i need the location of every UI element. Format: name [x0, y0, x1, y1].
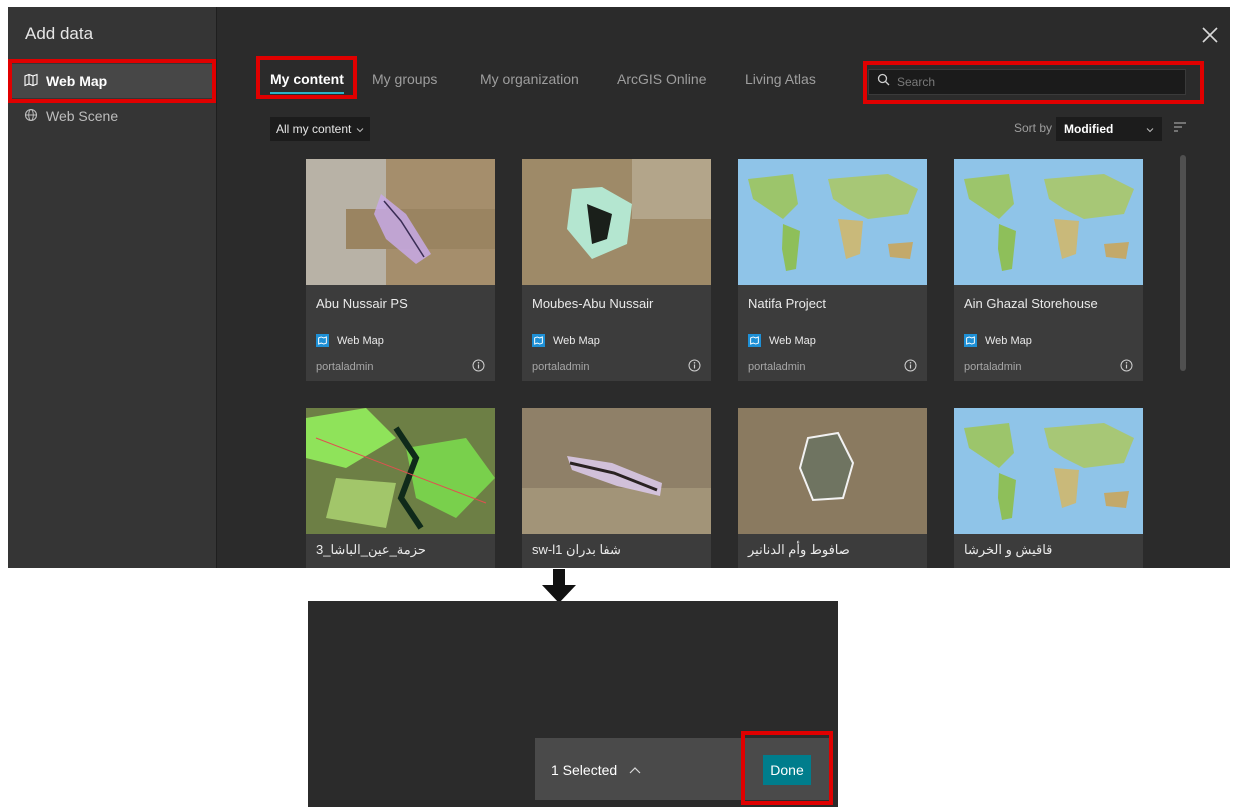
sort-order-icon[interactable] — [1172, 119, 1188, 135]
tab-arcgis-online[interactable]: ArcGIS Online — [617, 71, 706, 87]
map-thumbnail — [306, 159, 495, 285]
sidebar-item-label: Web Map — [46, 73, 108, 89]
item-card[interactable]: Natifa Project Web Map portaladmin — [738, 159, 927, 381]
close-icon[interactable] — [1200, 25, 1220, 45]
item-type: Web Map — [316, 334, 384, 347]
item-title: Natifa Project — [748, 296, 827, 311]
item-owner: portaladmin — [316, 361, 374, 373]
chevron-down-icon — [1146, 122, 1154, 136]
sort-value: Modified — [1064, 122, 1114, 136]
item-title: Abu Nussair PS — [316, 296, 408, 311]
map-thumbnail — [738, 159, 927, 285]
item-title: sw-l1 شفا بدران — [532, 542, 621, 557]
sidebar: Add data Web Map Web Scene — [8, 7, 217, 568]
sidebar-item-web-scene[interactable]: Web Scene — [12, 99, 212, 133]
item-type-label: Web Map — [337, 334, 384, 347]
info-icon[interactable] — [472, 359, 485, 372]
item-card[interactable]: حزمة_عين_الباشا_3 — [306, 408, 495, 568]
item-type: Web Map — [964, 334, 1032, 347]
map-thumbnail — [954, 159, 1143, 285]
map-thumbnail — [306, 408, 495, 534]
filter-label: All my content — [276, 122, 352, 136]
item-card[interactable]: Abu Nussair PS Web Map portaladmin — [306, 159, 495, 381]
selected-count-toggle[interactable]: 1 Selected — [551, 762, 641, 778]
tab-my-groups[interactable]: My groups — [372, 71, 437, 87]
item-title: قاقيش و الخرشا — [964, 542, 1053, 557]
map-thumbnail — [522, 408, 711, 534]
web-map-icon — [748, 334, 761, 347]
chevron-up-icon — [629, 766, 641, 774]
map-thumbnail — [522, 159, 711, 285]
globe-icon — [24, 108, 40, 124]
selection-panel: 1 Selected Done — [308, 601, 838, 807]
item-title: Moubes-Abu Nussair — [532, 296, 654, 311]
map-icon — [24, 73, 40, 89]
item-type-label: Web Map — [985, 334, 1032, 347]
tab-my-content[interactable]: My content — [270, 71, 344, 94]
item-owner: portaladmin — [532, 361, 590, 373]
item-type-label: Web Map — [553, 334, 600, 347]
info-icon[interactable] — [688, 359, 701, 372]
arrow-down-icon — [542, 569, 576, 603]
selection-bar: 1 Selected Done — [535, 738, 829, 800]
map-thumbnail — [954, 408, 1143, 534]
scrollbar[interactable] — [1180, 155, 1186, 371]
item-card[interactable]: sw-l1 شفا بدران — [522, 408, 711, 568]
item-owner: portaladmin — [964, 361, 1022, 373]
search-box — [868, 69, 1186, 95]
item-title: Ain Ghazal Storehouse — [964, 296, 1098, 311]
done-button[interactable]: Done — [763, 755, 811, 785]
info-icon[interactable] — [904, 359, 917, 372]
item-type-label: Web Map — [769, 334, 816, 347]
web-map-icon — [964, 334, 977, 347]
search-icon — [877, 73, 890, 91]
active-tab-indicator — [270, 92, 344, 94]
chevron-down-icon — [356, 122, 364, 136]
map-thumbnail — [738, 408, 927, 534]
item-card[interactable]: Moubes-Abu Nussair Web Map portaladmin — [522, 159, 711, 381]
web-map-icon — [316, 334, 329, 347]
sidebar-item-label: Web Scene — [46, 108, 119, 124]
content-filter-dropdown[interactable]: All my content — [270, 117, 371, 141]
item-owner: portaladmin — [748, 361, 806, 373]
selected-count: 1 Selected — [551, 762, 618, 778]
item-title: صافوط وأم الدنانير — [748, 542, 850, 557]
info-icon[interactable] — [1120, 359, 1133, 372]
search-input[interactable] — [895, 74, 1179, 90]
tab-label: My content — [270, 71, 344, 87]
item-type: Web Map — [748, 334, 816, 347]
item-title: حزمة_عين_الباشا_3 — [316, 542, 426, 557]
item-card[interactable]: Ain Ghazal Storehouse Web Map portaladmi… — [954, 159, 1143, 381]
item-type: Web Map — [532, 334, 600, 347]
item-card[interactable]: صافوط وأم الدنانير — [738, 408, 927, 568]
add-data-dialog: Add data Web Map Web Scene My content My… — [8, 7, 1230, 568]
sort-label: Sort by — [1014, 121, 1053, 135]
dialog-title: Add data — [25, 24, 94, 43]
sidebar-item-web-map[interactable]: Web Map — [12, 64, 212, 98]
sort-dropdown[interactable]: Modified — [1056, 117, 1162, 141]
tab-my-organization[interactable]: My organization — [480, 71, 579, 87]
item-card[interactable]: قاقيش و الخرشا — [954, 408, 1143, 568]
web-map-icon — [532, 334, 545, 347]
tab-living-atlas[interactable]: Living Atlas — [745, 71, 816, 87]
